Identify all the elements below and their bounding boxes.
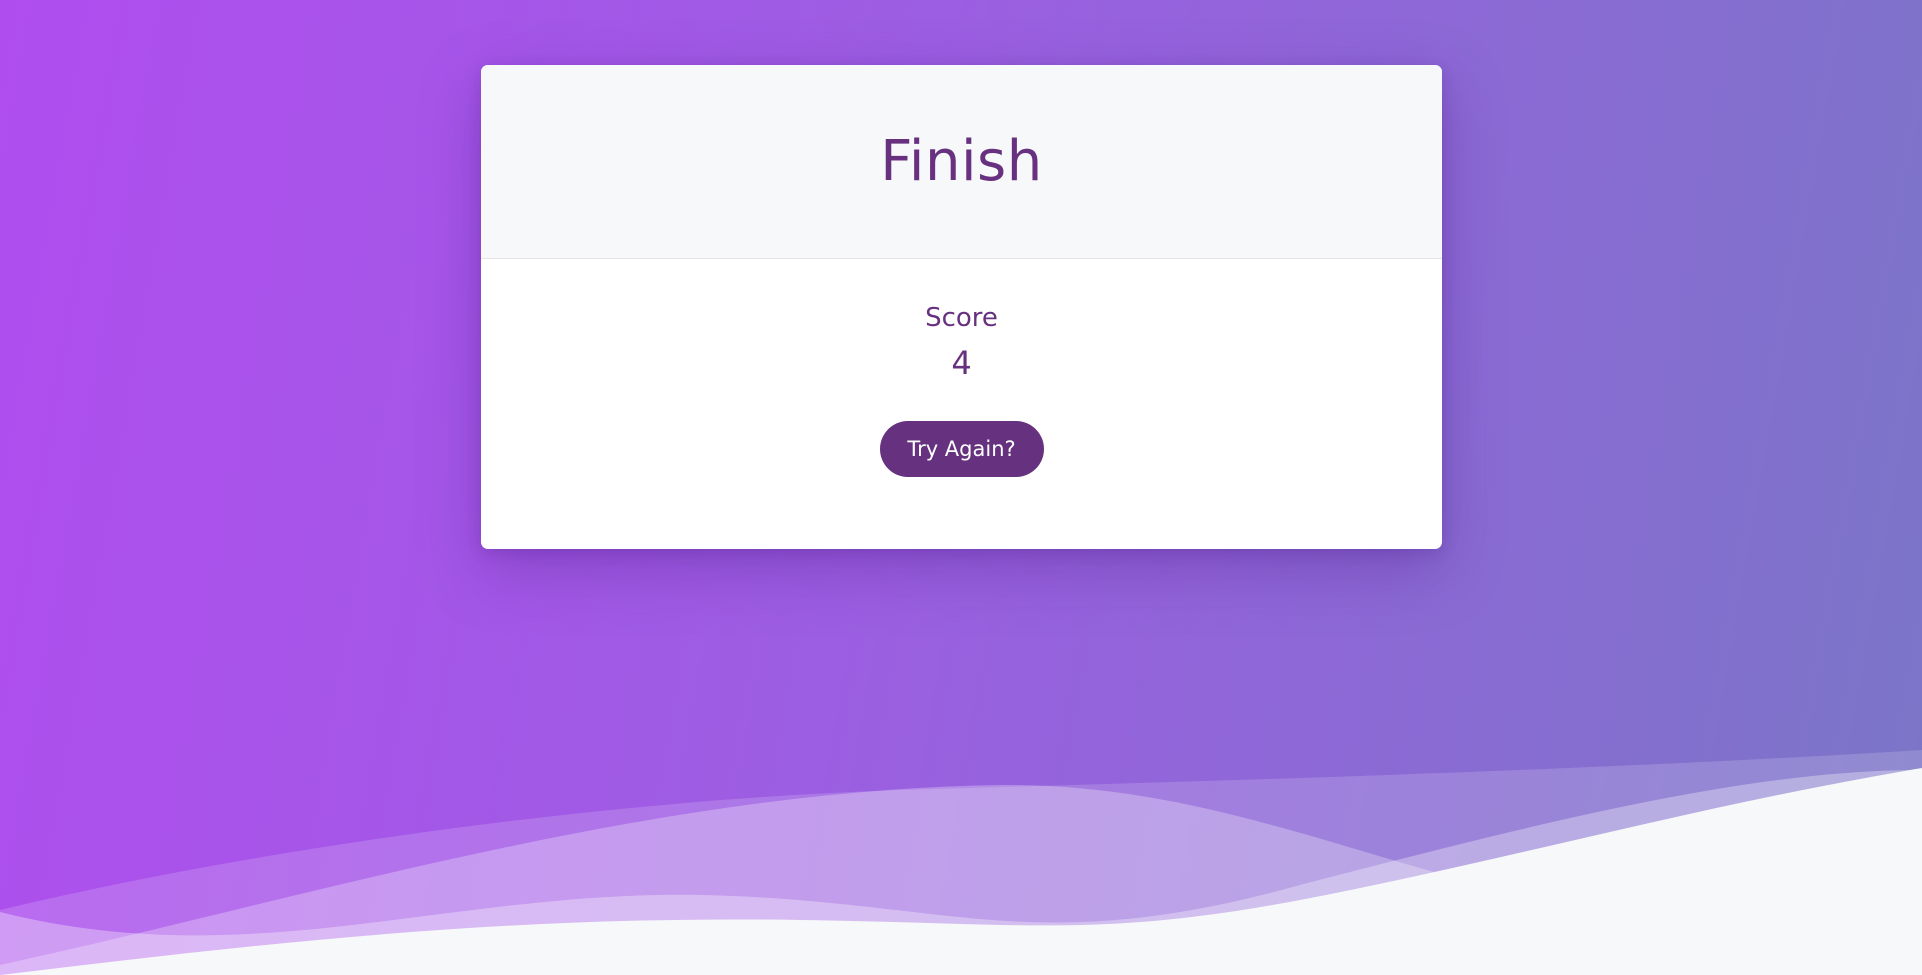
page-title: Finish — [880, 129, 1043, 194]
result-card: Finish Score 4 Try Again? — [481, 65, 1442, 549]
card-body: Score 4 Try Again? — [481, 259, 1442, 477]
score-value: 4 — [951, 344, 972, 383]
score-label: Score — [925, 303, 998, 333]
try-again-button[interactable]: Try Again? — [879, 420, 1044, 477]
card-header: Finish — [481, 65, 1442, 259]
